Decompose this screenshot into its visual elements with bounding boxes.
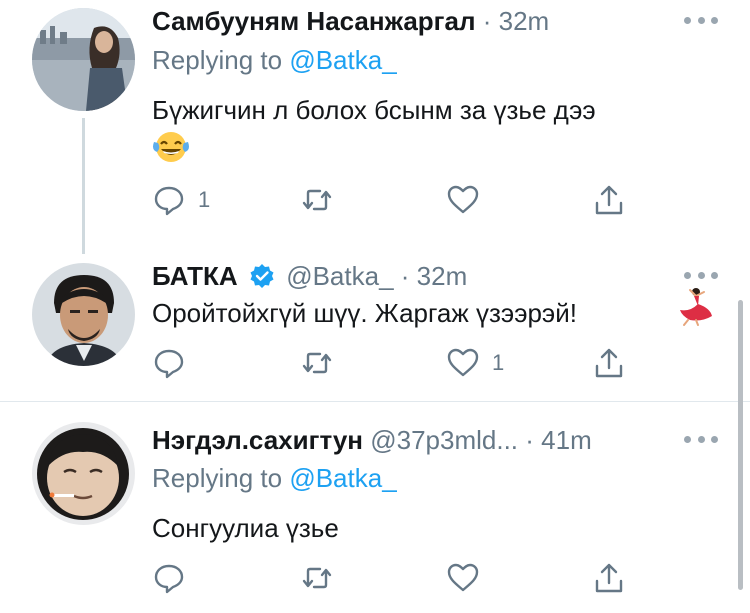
tweet-actions: 1 [152, 182, 632, 218]
share-button[interactable] [592, 345, 626, 381]
display-name[interactable]: БАТКА [152, 261, 238, 291]
reply-icon [154, 349, 184, 379]
mention-link[interactable]: @Batka_ [289, 45, 396, 75]
tweet-1[interactable]: Самбууням Насанжаргал · 32m Replying to … [0, 0, 750, 256]
share-button[interactable] [592, 560, 626, 596]
replying-prefix: Replying to [152, 45, 283, 75]
scrollbar[interactable] [738, 300, 743, 590]
tweet-text: Сонгуулиа үзье [152, 513, 339, 543]
more-icon[interactable] [684, 269, 718, 281]
retweet-button[interactable] [300, 182, 334, 218]
tweet-header: Самбууням Насанжаргал · 32m [152, 5, 549, 37]
mention-link[interactable]: @Batka_ [289, 463, 396, 493]
like-icon [447, 185, 479, 214]
like-button[interactable] [446, 182, 492, 218]
like-button[interactable]: 1 [446, 345, 504, 381]
handle[interactable]: @Batka_ [286, 261, 393, 291]
tweet-header: Нэгдэл.сахигтун @37p3mld... · 41m [152, 424, 592, 456]
reply-icon [154, 564, 184, 594]
like-button[interactable] [446, 560, 492, 596]
retweet-button[interactable] [300, 560, 334, 596]
tweet-actions [152, 560, 632, 596]
display-name[interactable]: Нэгдэл.сахигтун [152, 425, 363, 455]
reply-button[interactable] [152, 560, 198, 596]
more-icon[interactable] [684, 14, 718, 26]
retweet-icon [302, 189, 332, 211]
handle[interactable]: @37p3mld... [370, 425, 518, 455]
tweet-text: Бүжигчин л болох бсынм за үзье дээ [152, 95, 596, 125]
retweet-icon [302, 352, 332, 374]
replying-to: Replying to @Batka_ [152, 462, 397, 494]
display-name[interactable]: Самбууням Насанжаргал [152, 6, 476, 36]
share-icon [595, 348, 623, 378]
timestamp[interactable]: 41m [541, 425, 592, 455]
separator: · [525, 425, 534, 455]
tweet-2[interactable]: БАТКА @Batka_ · 32m Оройтойхгүй шүү. Жар… [0, 256, 750, 401]
avatar[interactable] [32, 422, 135, 525]
reply-icon [154, 186, 184, 216]
avatar[interactable] [32, 263, 135, 366]
verified-badge-icon [250, 264, 274, 288]
avatar[interactable] [32, 8, 135, 111]
reply-count: 1 [198, 187, 211, 212]
face-with-tears-of-joy-icon [153, 132, 189, 162]
replying-prefix: Replying to [152, 463, 283, 493]
like-count: 1 [492, 350, 505, 375]
retweet-button[interactable] [300, 345, 334, 381]
timestamp[interactable]: 32m [417, 261, 468, 291]
tweet-3[interactable]: Нэгдэл.сахигтун @37p3mld... · 41m Replyi… [0, 402, 750, 613]
reply-button[interactable]: 1 [152, 182, 210, 218]
tweet-header: БАТКА @Batka_ · 32m [152, 260, 467, 292]
retweet-icon [302, 567, 332, 589]
more-icon[interactable] [684, 433, 718, 445]
separator: · [482, 6, 492, 36]
like-icon [447, 348, 479, 377]
share-icon [595, 185, 623, 215]
share-button[interactable] [592, 182, 626, 218]
reply-button[interactable] [152, 345, 198, 381]
thread-line [82, 118, 85, 254]
tweet-text: Оройтойхгүй шүү. Жаргаж үзээрэй! [152, 298, 577, 328]
woman-dancing-icon [680, 288, 712, 326]
like-icon [447, 563, 479, 592]
tweet-actions: 1 [152, 345, 632, 381]
replying-to: Replying to @Batka_ [152, 44, 397, 76]
share-icon [595, 563, 623, 593]
separator: · [400, 261, 410, 291]
timestamp[interactable]: 32m [499, 6, 550, 36]
